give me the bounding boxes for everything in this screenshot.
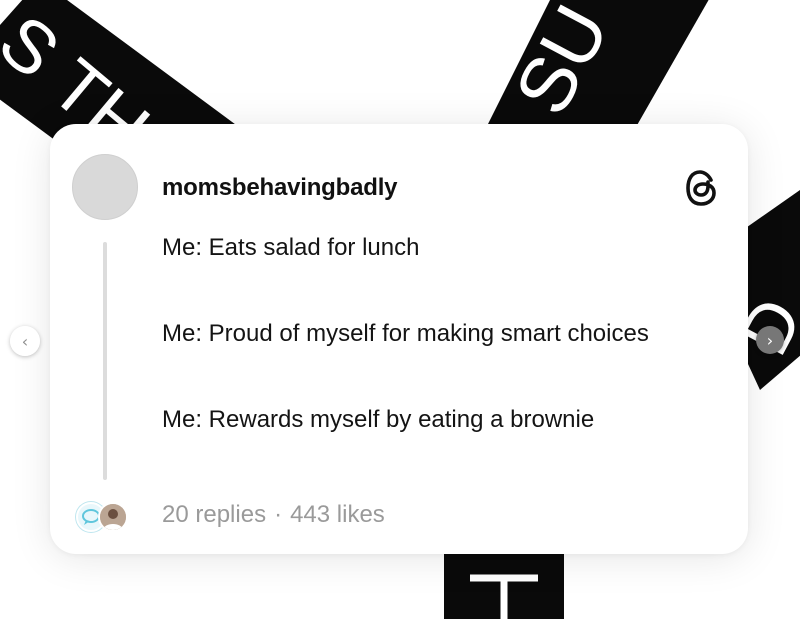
replier-avatars[interactable] <box>76 500 134 534</box>
chevron-left-icon: ‹ <box>21 331 29 351</box>
threads-post-card: momsbehavingbadly Me: Eats salad for lun… <box>50 124 748 554</box>
person-photo-icon <box>100 504 126 530</box>
replies-count[interactable]: 20 replies <box>162 501 266 528</box>
thread-line <box>103 242 107 480</box>
stats-separator: · <box>274 501 283 528</box>
instagram-carousel-slide: S TH SU D momsbehavingbadly Me: Eats sal… <box>0 0 800 619</box>
carousel-next-button[interactable]: › <box>756 326 784 354</box>
post-username[interactable]: momsbehavingbadly <box>162 174 398 202</box>
likes-count[interactable]: 443 likes <box>290 501 385 528</box>
post-paragraph: Me: Eats salad for lunch <box>162 234 420 261</box>
post-stats: 20 replies · 443 likes <box>162 501 385 529</box>
post-body: Me: Eats salad for lunch Me: Proud of my… <box>162 228 702 440</box>
chevron-right-icon: › <box>766 330 774 350</box>
carousel-prev-button[interactable]: ‹ <box>10 326 40 356</box>
replier-avatar <box>98 502 128 532</box>
post-paragraph: Me: Rewards myself by eating a brownie <box>162 406 595 433</box>
avatar[interactable] <box>72 154 138 220</box>
threads-logo-icon <box>686 170 716 206</box>
post-paragraph: Me: Proud of myself for making smart cho… <box>162 320 649 347</box>
